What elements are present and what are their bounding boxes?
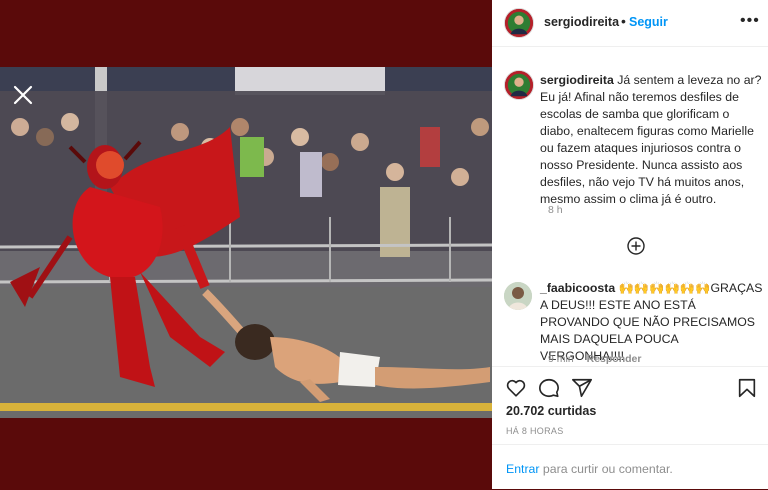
comment-emoji: 🙌🙌🙌🙌🙌🙌 [618,281,711,295]
post-header: sergiodireita • Seguir ••• [492,0,768,47]
close-button[interactable] [12,84,34,106]
follow-button[interactable]: Seguir [629,15,668,29]
comment-button[interactable] [538,377,560,399]
load-more-comments-button[interactable] [627,237,645,255]
caption-avatar[interactable] [504,70,534,100]
login-prompt-text: para curtir ou comentar. [542,462,673,476]
comment-box: Entrar para curtir ou comentar. [492,444,768,490]
comment-meta: 9 min Responder [548,353,641,365]
comment-avatar[interactable] [504,282,532,310]
comment-username[interactable]: _faabicoosta [540,281,615,295]
caption-time: 8 h [548,204,563,216]
action-bar [492,366,768,407]
separator-dot: • [621,13,626,29]
share-button[interactable] [571,377,593,399]
like-button[interactable] [505,377,527,399]
likes-count[interactable]: 20.702 curtidas [506,404,596,418]
login-link[interactable]: Entrar [506,462,540,476]
reply-button[interactable]: Responder [587,353,642,365]
caption-username[interactable]: sergiodireita [540,73,614,87]
more-options-icon[interactable]: ••• [740,12,760,30]
heart-icon [506,379,526,397]
post-photo[interactable] [0,67,492,418]
paper-plane-icon [572,378,592,398]
post-timestamp: HÁ 8 HORAS [506,426,564,436]
comment-time: 9 min [548,353,574,365]
close-icon [13,85,33,105]
login-prompt: Entrar para curtir ou comentar. [506,462,673,476]
save-button[interactable] [736,377,758,399]
post-username[interactable]: sergiodireita [544,15,619,29]
media-viewer [0,0,492,489]
plus-circle-icon [627,237,645,255]
caption-text: sergiodireita Já sentem a leveza no ar? … [540,72,764,208]
avatar[interactable] [504,8,534,38]
caption-body: Já sentem a leveza no ar? Eu já! Afinal … [540,73,762,206]
bookmark-icon [738,378,756,398]
speech-bubble-icon [539,378,559,398]
